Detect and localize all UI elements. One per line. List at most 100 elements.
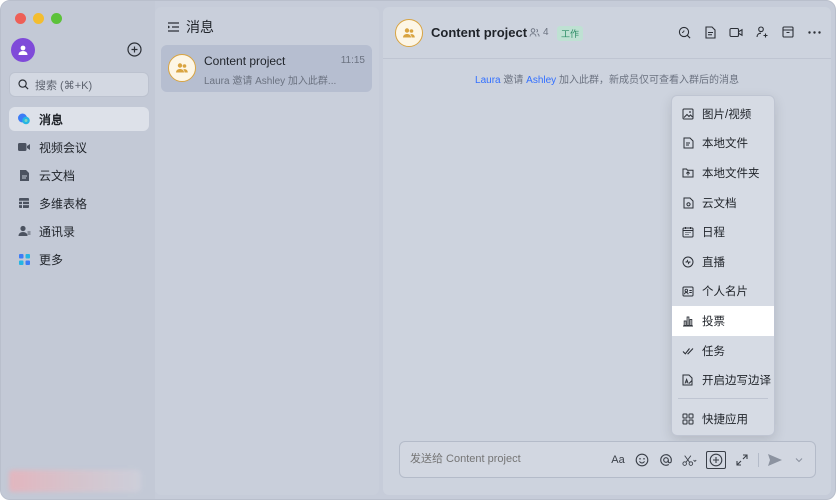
search-chat-icon[interactable]	[677, 25, 691, 39]
menu-item-local-file[interactable]: 本地文件	[672, 129, 774, 159]
menu-item-label: 本地文件夹	[702, 167, 760, 180]
sidebar-item-label: 云文档	[39, 168, 76, 183]
menu-item-translate-as-you-type[interactable]: 开启边写边译	[672, 365, 774, 395]
sidebar-item-video-meetings[interactable]: 视频会议	[9, 135, 149, 159]
sidebar-item-label: 视频会议	[39, 140, 88, 155]
emoji-icon[interactable]	[634, 452, 650, 468]
chat-list-header: 消息	[167, 17, 214, 37]
more-apps-icon	[17, 252, 31, 266]
video-call-icon[interactable]	[729, 25, 743, 39]
message-input[interactable]	[410, 453, 610, 465]
group-icon	[403, 28, 415, 38]
menu-item-label: 任务	[702, 345, 725, 358]
work-badge: 工作	[557, 26, 584, 41]
window-controls	[15, 13, 62, 24]
menu-item-label: 个人名片	[702, 286, 748, 299]
menu-item-images-videos[interactable]: 图片/视频	[672, 99, 774, 129]
chat-title: Content project	[431, 25, 528, 40]
table-icon	[17, 196, 31, 210]
search-box[interactable]: 搜索 (⌘+K)	[9, 72, 149, 97]
apps-grid-icon	[682, 413, 694, 425]
video-icon	[17, 140, 31, 154]
mention-icon[interactable]	[658, 452, 674, 468]
archive-icon[interactable]	[781, 25, 795, 39]
sidebar-item-base[interactable]: 多维表格	[9, 191, 149, 215]
system-message: Laura 邀请 Ashley 加入此群，新成员仅可查看入群后的消息	[383, 71, 831, 86]
document-icon[interactable]	[703, 25, 717, 39]
more-options-icon[interactable]	[807, 25, 821, 39]
search-icon	[18, 79, 29, 90]
person-icon	[18, 45, 28, 55]
attachment-menu: 图片/视频 本地文件 本地文件夹 云文档 日程 直播 个人名片 投票 任务 开启…	[671, 95, 775, 436]
chat-panel: Content project 4 工作 Laura 邀请 Ashley 加入此…	[383, 7, 831, 495]
zoom-window-button[interactable]	[51, 13, 62, 24]
file-icon	[682, 137, 694, 149]
chat-bubbles-icon	[17, 112, 31, 126]
sidebar-item-messages[interactable]: 消息	[9, 107, 149, 131]
inviter-name[interactable]: Laura	[475, 75, 501, 86]
collapse-list-icon[interactable]	[167, 21, 180, 33]
menu-item-label: 开启边写边译	[702, 375, 771, 388]
menu-divider	[678, 397, 768, 399]
send-icon[interactable]	[767, 452, 783, 468]
folder-icon	[682, 167, 694, 179]
chat-list-item[interactable]: Content project 11:15 Laura 邀请 Ashley 加入…	[161, 45, 372, 92]
scissors-icon[interactable]	[682, 452, 698, 468]
add-circle-icon[interactable]	[127, 42, 142, 57]
menu-item-live[interactable]: 直播	[672, 247, 774, 277]
send-options-chevron-icon[interactable]	[791, 452, 807, 468]
header-toolbar	[677, 25, 821, 39]
group-avatar[interactable]	[395, 19, 423, 47]
contact-card-icon	[682, 285, 694, 297]
menu-item-label: 投票	[702, 315, 725, 328]
search-placeholder: 搜索 (⌘+K)	[35, 79, 93, 92]
menu-item-task[interactable]: 任务	[672, 336, 774, 366]
close-window-button[interactable]	[15, 13, 26, 24]
chat-time: 11:15	[340, 55, 365, 66]
sidebar-item-cloud-docs[interactable]: 云文档	[9, 163, 149, 187]
system-message-text: 加入此群，新成员仅可查看入群后的消息	[556, 75, 739, 86]
sidebar-item-more[interactable]: 更多	[9, 247, 149, 271]
menu-item-label: 本地文件	[702, 138, 748, 151]
expand-icon[interactable]	[734, 452, 750, 468]
sidebar-item-label: 消息	[39, 112, 64, 127]
minimize-window-button[interactable]	[33, 13, 44, 24]
menu-item-poll[interactable]: 投票	[672, 306, 774, 336]
sidebar-item-label: 更多	[39, 252, 64, 267]
calendar-icon	[682, 226, 694, 238]
system-message-verb: 邀请	[500, 75, 527, 86]
chat-list-title: 消息	[186, 19, 214, 35]
cloud-doc-icon	[17, 168, 31, 182]
menu-item-label: 云文档	[702, 197, 737, 210]
user-avatar[interactable]	[11, 38, 35, 62]
chat-name: Content project	[204, 54, 286, 68]
text-format-button[interactable]: Aa	[610, 452, 626, 468]
blurred-status-bar	[9, 470, 141, 492]
sidebar-item-contacts[interactable]: 通讯录	[9, 219, 149, 243]
translate-icon	[682, 374, 694, 386]
chat-header: Content project 4 工作	[383, 7, 831, 59]
member-count[interactable]: 4	[529, 27, 549, 38]
members-icon	[529, 28, 540, 37]
menu-item-cloud-docs[interactable]: 云文档	[672, 188, 774, 218]
menu-item-label: 图片/视频	[702, 108, 752, 121]
group-avatar	[168, 54, 196, 82]
add-member-icon[interactable]	[755, 25, 769, 39]
menu-item-contact-card[interactable]: 个人名片	[672, 277, 774, 307]
attach-plus-icon[interactable]	[706, 451, 726, 469]
menu-item-calendar[interactable]: 日程	[672, 217, 774, 247]
menu-item-label: 直播	[702, 256, 725, 269]
chat-list-panel: 消息 Content project 11:15 Laura 邀请 Ashley…	[155, 7, 379, 495]
menu-item-label: 日程	[702, 227, 725, 240]
sidebar: 搜索 (⌘+K) 消息 视频会议 云文档 多维表格 通讯录 更多	[1, 1, 155, 499]
chat-preview: Laura 邀请 Ashley 加入此群...	[204, 76, 337, 87]
cloud-doc-icon	[682, 197, 694, 209]
menu-item-quick-apps[interactable]: 快捷应用	[672, 404, 774, 434]
menu-item-label: 快捷应用	[702, 413, 748, 426]
sidebar-item-label: 通讯录	[39, 224, 76, 239]
poll-icon	[682, 315, 694, 327]
live-icon	[682, 256, 694, 268]
menu-item-local-folder[interactable]: 本地文件夹	[672, 158, 774, 188]
invitee-name[interactable]: Ashley	[526, 75, 556, 86]
message-composer: Aa	[399, 441, 816, 478]
